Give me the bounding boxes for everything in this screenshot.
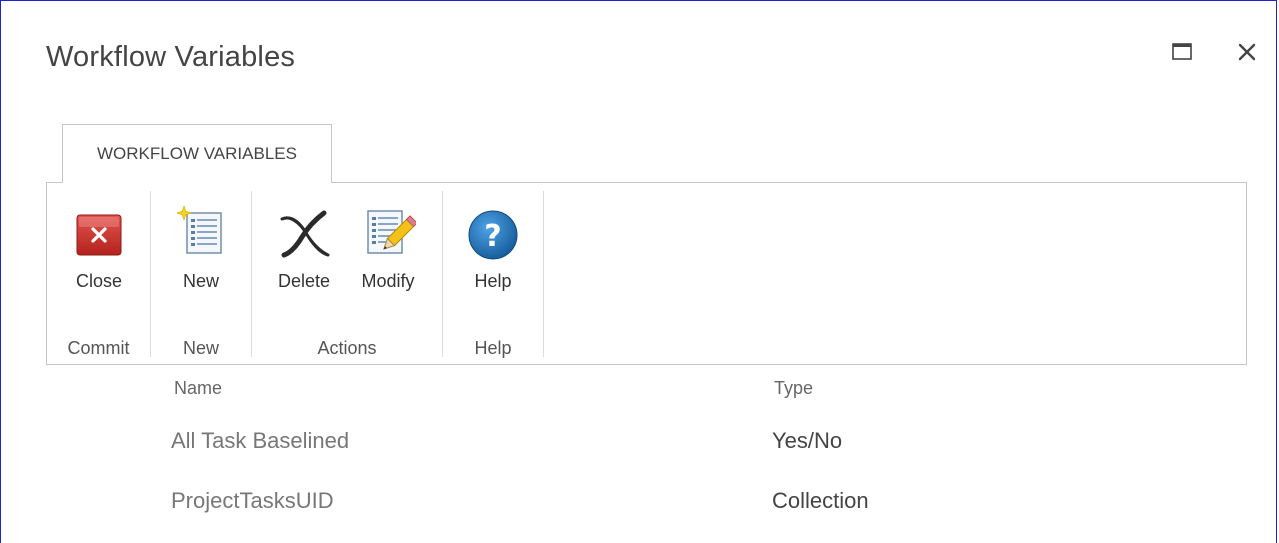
ribbon-group-actions: Delete Modify Actions [252, 183, 442, 364]
modify-button[interactable]: Modify [350, 203, 426, 307]
tab-connector [63, 181, 331, 184]
maximize-icon [1172, 43, 1192, 60]
ribbon-group-commit: Close Commit [47, 183, 150, 364]
close-button[interactable]: Close [61, 203, 137, 307]
new-document-icon [176, 205, 222, 254]
ribbon-group-new: New New [151, 183, 251, 364]
help-question-icon: ? [468, 210, 518, 260]
new-button[interactable]: New [163, 203, 239, 307]
maximize-button[interactable] [1169, 39, 1195, 65]
variable-name[interactable]: ProjectTasksUID [171, 488, 334, 514]
tab-workflow-variables[interactable]: WORKFLOW VARIABLES [62, 124, 332, 183]
column-header-name: Name [174, 378, 223, 398]
delete-x-icon [280, 210, 330, 258]
modify-button-label: Modify [361, 271, 415, 291]
new-button-label: New [182, 271, 219, 291]
workflow-variables-dialog: Workflow Variables WORKFLOW VARIABLES Cl… [0, 0, 1277, 543]
close-icon [76, 214, 122, 256]
delete-button[interactable]: Delete [266, 203, 342, 307]
help-button-label: Help [474, 271, 512, 291]
svg-text:?: ? [484, 219, 501, 254]
variable-type: Yes/No [772, 428, 843, 453]
group-divider [543, 191, 544, 357]
close-dialog-button[interactable] [1234, 39, 1260, 65]
modify-pencil-icon [367, 210, 416, 254]
group-label-actions: Actions [317, 338, 377, 358]
help-button[interactable]: ? Help [455, 203, 531, 307]
close-button-label: Close [75, 271, 123, 291]
delete-button-label: Delete [277, 271, 331, 291]
variable-name[interactable]: All Task Baselined [171, 428, 349, 454]
dialog-title: Workflow Variables [46, 41, 296, 73]
column-header-type: Type [774, 378, 814, 398]
ribbon: Close Commit New New Delete Modify Actio… [46, 182, 1247, 365]
close-x-icon [1238, 43, 1256, 61]
variable-type: Collection [772, 488, 869, 513]
ribbon-group-help: ? Help Help [443, 183, 543, 364]
group-label-help: Help [474, 338, 512, 358]
group-label-commit: Commit [67, 338, 130, 358]
group-label-new: New [182, 338, 219, 358]
